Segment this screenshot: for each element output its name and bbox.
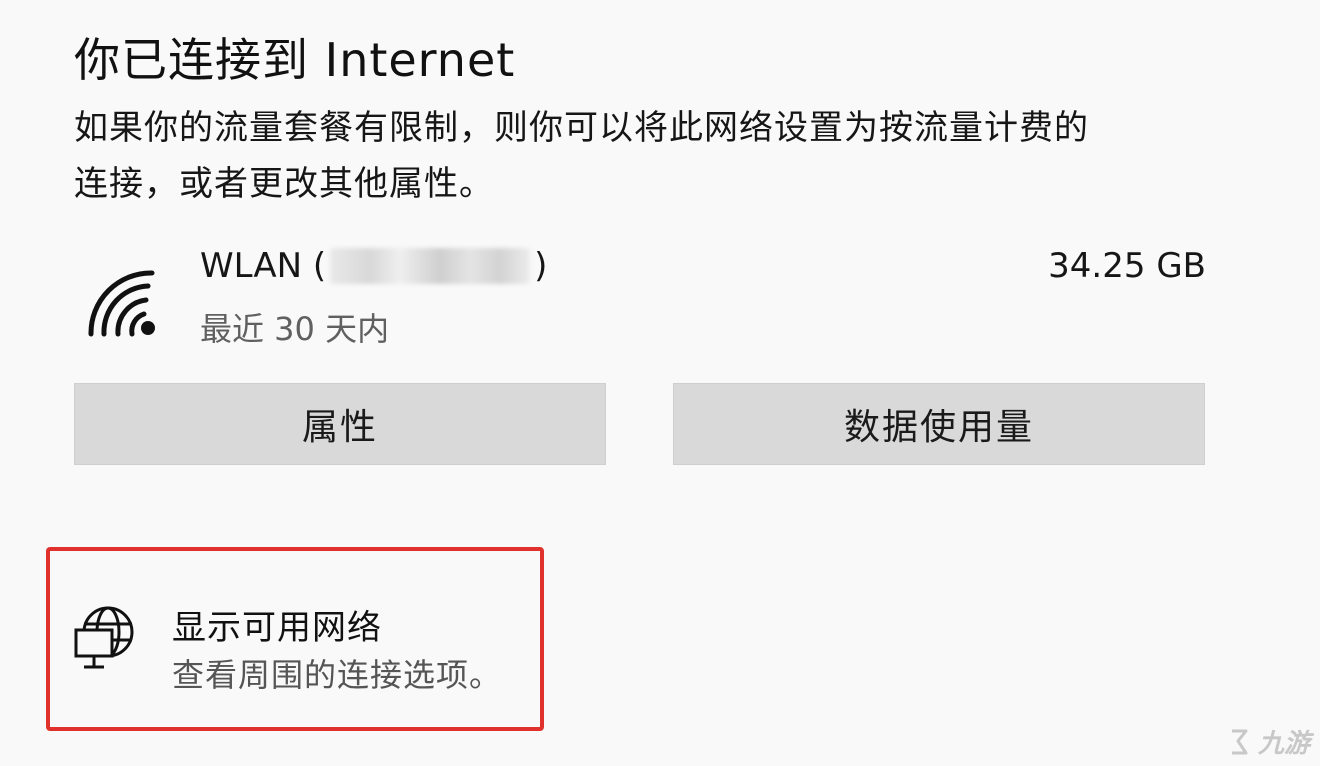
watermark: 九游: [1224, 723, 1310, 760]
network-name-suffix: ): [534, 246, 548, 286]
wifi-icon: [88, 270, 155, 337]
redacted-ssid: [330, 248, 531, 284]
watermark-logo-icon: [1231, 729, 1248, 754]
network-name-prefix: WLAN (: [200, 246, 327, 286]
watermark-text: 九游: [1257, 729, 1310, 759]
network-name: WLAN ( ): [200, 246, 547, 286]
description-line-2: 连接，或者更改其他属性。: [74, 164, 494, 204]
usage-period: 最近 30 天内: [200, 310, 390, 348]
properties-button[interactable]: 属性: [74, 383, 606, 465]
data-usage-value: 34.25 GB: [1048, 246, 1206, 286]
show-available-networks-link[interactable]: 显示可用网络: [172, 600, 382, 649]
network-status-page: 你已连接到 Internet 如果你的流量套餐有限制，则你可以将此网络设置为按流…: [0, 0, 1320, 766]
description-line-1: 如果你的流量套餐有限制，则你可以将此网络设置为按流量计费的: [74, 108, 1089, 148]
show-available-networks-subtitle: 查看周围的连接选项。: [172, 656, 503, 694]
data-usage-button[interactable]: 数据使用量: [673, 383, 1205, 465]
page-title: 你已连接到 Internet: [74, 33, 516, 87]
globe-network-icon: [74, 606, 134, 669]
page-description: 如果你的流量套餐有限制，则你可以将此网络设置为按流量计费的 连接，或者更改其他属…: [74, 100, 1224, 212]
